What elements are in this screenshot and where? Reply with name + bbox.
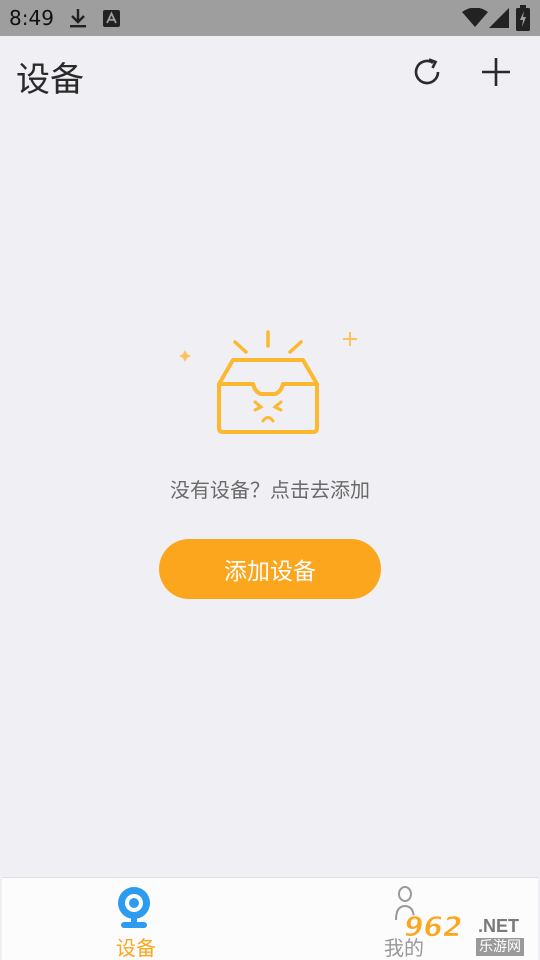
empty-message: 没有设备？点击去添加 — [170, 478, 370, 502]
watermark-logo: 962 .NET 乐游网 — [403, 908, 540, 960]
camera-icon — [115, 886, 153, 934]
add-icon — [481, 57, 511, 91]
tab-devices-label: 设备 — [116, 936, 156, 960]
refresh-button[interactable] — [407, 54, 447, 94]
refresh-icon — [411, 56, 443, 92]
status-bar: 8:49 — [0, 0, 540, 36]
page-title: 设备 — [16, 60, 84, 100]
add-device-header-button[interactable] — [476, 54, 516, 94]
watermark-suffix: .NET — [478, 916, 520, 936]
tab-devices[interactable]: 设备 — [2, 878, 270, 960]
download-icon — [68, 7, 88, 33]
watermark-number: 962 — [403, 910, 463, 944]
wifi-icon — [462, 7, 488, 32]
empty-box-icon — [175, 328, 365, 440]
notification-a-icon — [103, 10, 120, 31]
status-time: 8:49 — [9, 6, 54, 30]
watermark-subtitle: 乐游网 — [476, 938, 524, 956]
add-device-button[interactable]: 添加设备 — [159, 539, 381, 599]
battery-icon — [516, 5, 530, 35]
signal-icon — [489, 8, 509, 32]
app-header: 设备 — [0, 36, 540, 112]
